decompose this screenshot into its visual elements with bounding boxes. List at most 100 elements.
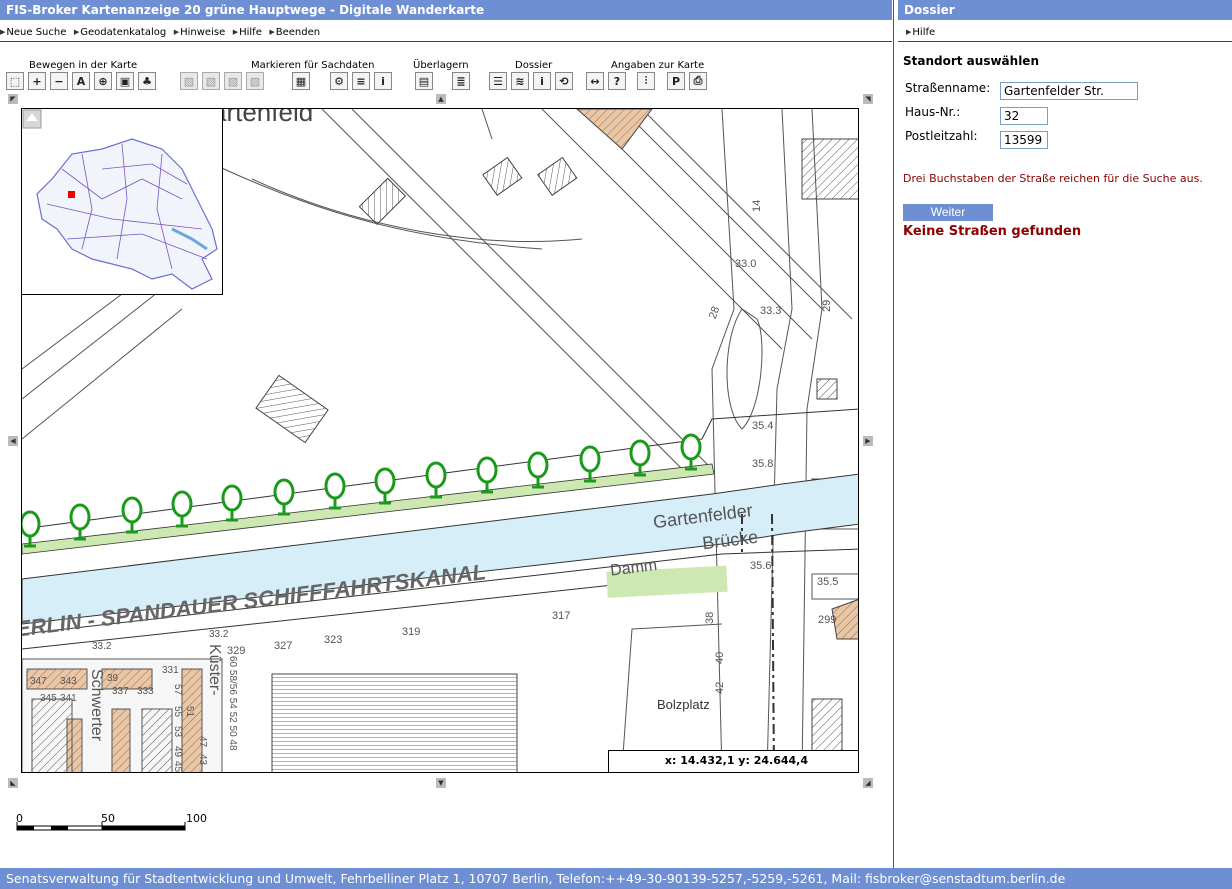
zoom-search-icon: ⊕ bbox=[98, 74, 108, 88]
num-14: 14 bbox=[751, 200, 763, 212]
menu-hinweise[interactable]: ▶Hinweise bbox=[174, 22, 226, 43]
tree-marker bbox=[374, 467, 396, 505]
table-button[interactable]: ≡ bbox=[352, 72, 370, 90]
tree-marker bbox=[171, 490, 193, 528]
footer: Senatsverwaltung für Stadtentwicklung un… bbox=[0, 868, 1232, 889]
num-40: 40 bbox=[714, 652, 726, 664]
pan-button[interactable]: A bbox=[72, 72, 90, 90]
menu-beenden[interactable]: ▶Beenden bbox=[269, 22, 320, 43]
dossier-menu: ▶Hilfe bbox=[898, 22, 1232, 42]
tree-marker bbox=[221, 484, 243, 522]
table-icon: ≡ bbox=[356, 74, 366, 88]
mark-point-button[interactable]: ▧ bbox=[180, 72, 198, 90]
mark-clear-button[interactable]: ▧ bbox=[246, 72, 264, 90]
layer-add-button[interactable]: ≣ bbox=[452, 72, 470, 90]
label-schwerter: Schwerter bbox=[88, 669, 105, 742]
dossier-list-button[interactable]: ☰ bbox=[489, 72, 507, 90]
legend-icon: ↔ bbox=[590, 74, 600, 88]
full-extent-button[interactable]: ▣ bbox=[116, 72, 134, 90]
num-38: 38 bbox=[704, 612, 716, 624]
num-343: 343 bbox=[60, 676, 77, 687]
info-button[interactable]: i bbox=[374, 72, 392, 90]
mark-rect-button[interactable]: ▦ bbox=[292, 72, 310, 90]
num-35-5: 35.5 bbox=[817, 576, 838, 588]
mark-line-button[interactable]: ▧ bbox=[202, 72, 220, 90]
menu-hilfe[interactable]: ▶Hilfe bbox=[233, 22, 262, 43]
num-33-0: 33.0 bbox=[735, 258, 756, 270]
weiter-button[interactable]: Weiter bbox=[903, 204, 993, 221]
mark-polygon-icon: ▧ bbox=[227, 74, 239, 88]
pan-south-button[interactable]: ▼ bbox=[436, 778, 446, 788]
coordinate-readout: x: 14.432,1 y: 24.644,4 bbox=[608, 750, 858, 772]
legend-button[interactable]: ↔ bbox=[586, 72, 604, 90]
help-map-button[interactable]: ? bbox=[608, 72, 626, 90]
scale-tick-0: 0 bbox=[16, 812, 23, 825]
pdf-button[interactable]: P bbox=[667, 72, 685, 90]
tree-marker bbox=[527, 451, 549, 489]
dossier-title: Dossier bbox=[898, 0, 1232, 20]
num-55: 55 bbox=[172, 706, 183, 718]
label-gartenfeld: artenfeld bbox=[212, 109, 313, 127]
menu-arrow-icon: ▶ bbox=[0, 28, 6, 36]
num-333: 333 bbox=[137, 686, 154, 697]
zip-input[interactable] bbox=[1000, 131, 1048, 149]
query-button[interactable]: ⚙ bbox=[330, 72, 348, 90]
window-title: FIS-Broker Kartenanzeige 20 grüne Hauptw… bbox=[0, 0, 892, 20]
tree-button[interactable]: ♣ bbox=[138, 72, 156, 90]
current-extent-marker bbox=[68, 191, 75, 198]
scale-tick-100: 100 bbox=[186, 812, 207, 825]
pan-east-button[interactable]: ▶ bbox=[863, 436, 873, 446]
dossier-menu-hilfe[interactable]: ▶Hilfe bbox=[906, 22, 935, 43]
num-39: 39 bbox=[107, 673, 119, 684]
house-number-input[interactable] bbox=[1000, 107, 1048, 125]
zoom-search-button[interactable]: ⊕ bbox=[94, 72, 112, 90]
dossier-layers-button[interactable]: ≋ bbox=[511, 72, 529, 90]
print-button[interactable]: ⎙ bbox=[689, 72, 707, 90]
pan-north-button[interactable]: ▲ bbox=[436, 94, 446, 104]
street-input[interactable] bbox=[1000, 82, 1138, 100]
map-canvas[interactable]: artenfeld ERLIN - SPANDAUER SCHIFFFAHRTS… bbox=[21, 108, 859, 773]
menu-arrow-icon: ▶ bbox=[73, 28, 80, 36]
select-rect-button[interactable]: ⬚ bbox=[6, 72, 24, 90]
zoom-in-button[interactable]: + bbox=[28, 72, 46, 90]
pan-southeast-button[interactable]: ◢ bbox=[863, 778, 873, 788]
dossier-info-button[interactable]: i bbox=[533, 72, 551, 90]
num-323: 323 bbox=[324, 634, 342, 646]
zoom-out-icon: − bbox=[54, 74, 64, 88]
mark-clear-icon: ▧ bbox=[249, 74, 261, 88]
dossier-search-button[interactable]: ⟲ bbox=[555, 72, 573, 90]
menu-neue-suche[interactable]: ▶Neue Suche bbox=[0, 22, 66, 43]
menu-geodatenkatalog[interactable]: ▶Geodatenkatalog bbox=[74, 22, 166, 43]
num-317: 317 bbox=[552, 610, 570, 622]
pan-northwest-button[interactable]: ◤ bbox=[8, 94, 18, 104]
tree-marker bbox=[121, 496, 143, 534]
menu-arrow-icon: ▶ bbox=[906, 28, 912, 36]
zip-label: Postleitzahl: bbox=[905, 129, 978, 143]
mark-line-icon: ▧ bbox=[205, 74, 217, 88]
settings-button[interactable]: ⫶ bbox=[637, 72, 655, 90]
num-33-2a: 33.2 bbox=[209, 629, 229, 640]
mark-polygon-button[interactable]: ▧ bbox=[224, 72, 242, 90]
num-57: 57 bbox=[172, 684, 183, 696]
num-45: 45 bbox=[172, 761, 183, 773]
layer-list-button[interactable]: ▤ bbox=[415, 72, 433, 90]
tree-marker bbox=[579, 445, 601, 483]
num-35-6: 35.6 bbox=[750, 560, 771, 572]
zoom-out-button[interactable]: − bbox=[50, 72, 68, 90]
num-341: 341 bbox=[60, 693, 77, 704]
num-331: 331 bbox=[162, 665, 179, 676]
tree-marker bbox=[629, 439, 651, 477]
group-label-angaben: Angaben zur Karte bbox=[611, 60, 705, 71]
help-map-icon: ? bbox=[613, 74, 621, 88]
pan-southwest-button[interactable]: ◣ bbox=[8, 778, 18, 788]
pan-northeast-button[interactable]: ◥ bbox=[863, 94, 873, 104]
num-42: 42 bbox=[714, 682, 726, 694]
scale-tick-50: 50 bbox=[101, 812, 115, 825]
pan-west-button[interactable]: ◀ bbox=[8, 436, 18, 446]
tree-icon: ♣ bbox=[142, 74, 152, 88]
overview-map[interactable] bbox=[22, 109, 223, 295]
overview-graphics bbox=[22, 109, 218, 290]
group-label-bewegen: Bewegen in der Karte bbox=[29, 60, 138, 71]
num-337: 337 bbox=[112, 686, 129, 697]
dossier-list-icon: ☰ bbox=[493, 74, 503, 88]
